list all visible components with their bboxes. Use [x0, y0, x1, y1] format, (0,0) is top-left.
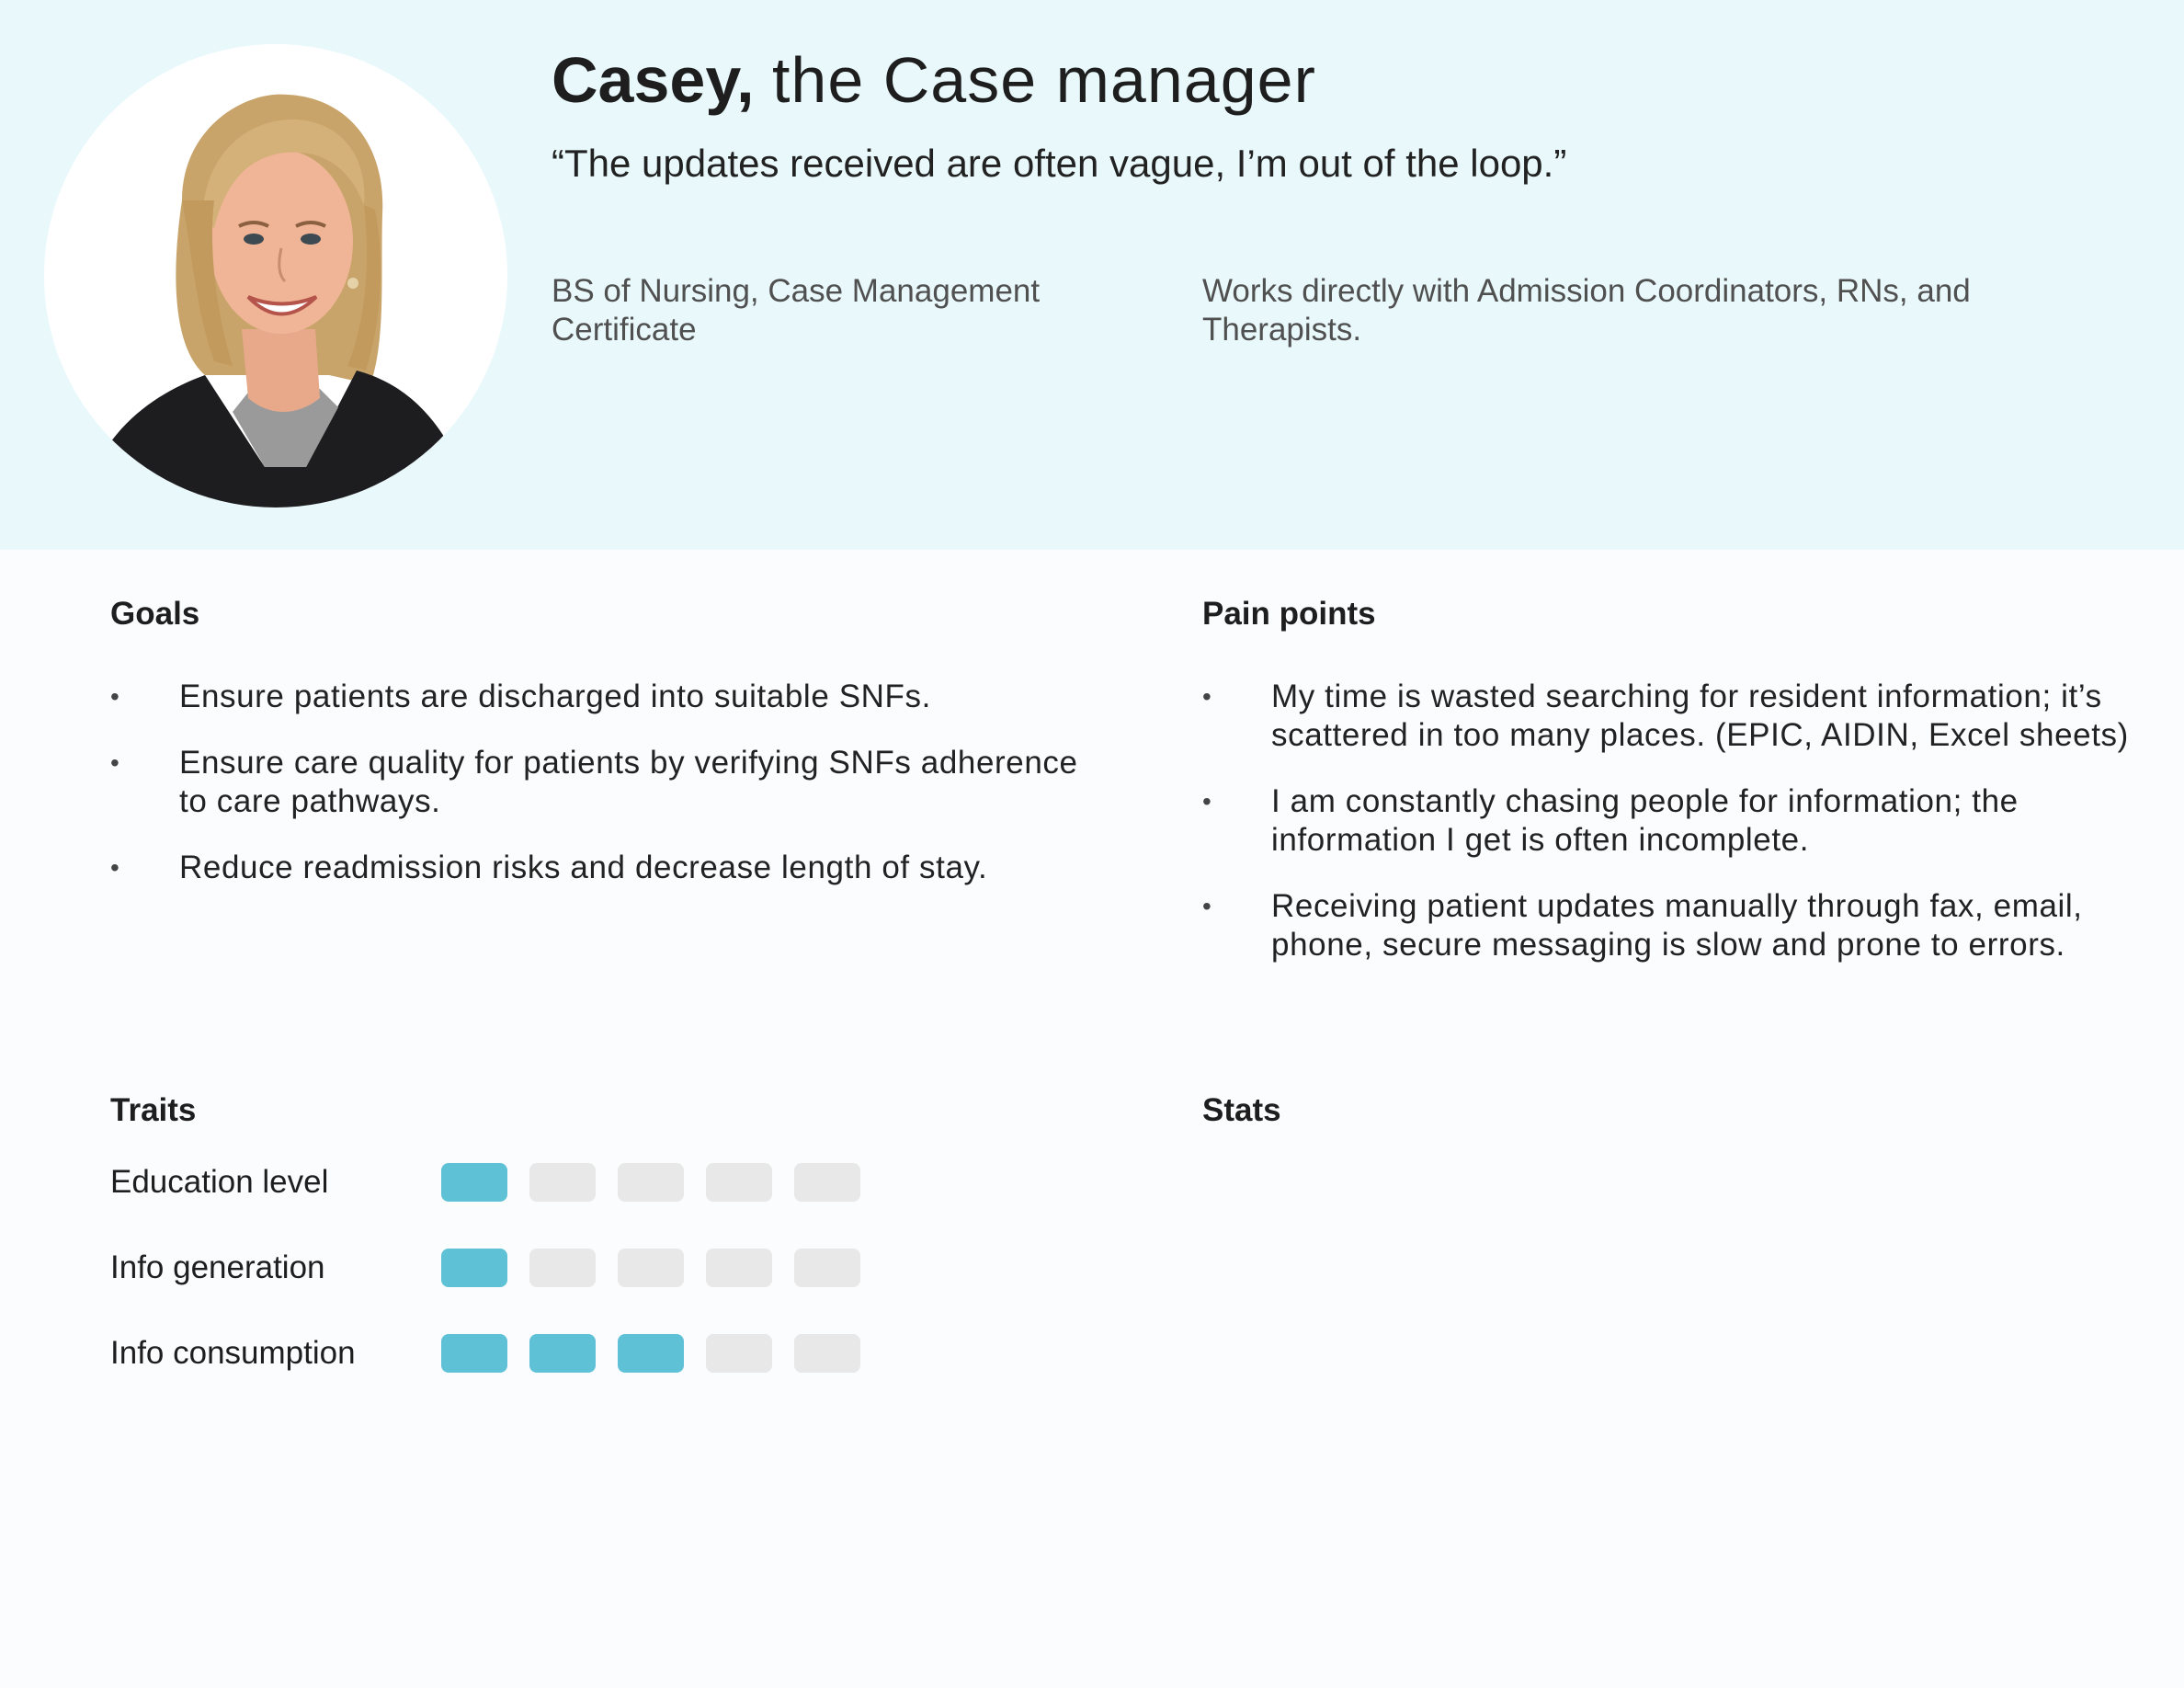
- pain-points-heading: Pain points: [1202, 596, 1376, 632]
- bullet-icon: •: [1202, 682, 1212, 711]
- pain-point-text: My time is wasted searching for resident…: [1271, 679, 2129, 753]
- persona-name: Casey,: [552, 44, 755, 116]
- trait-segment-empty: [794, 1249, 860, 1287]
- bullet-icon: •: [110, 853, 120, 882]
- bullet-icon: •: [1202, 892, 1212, 920]
- list-item: • My time is wasted searching for residen…: [1202, 678, 2140, 755]
- persona-photo: [44, 44, 507, 508]
- trait-segment-empty: [618, 1163, 684, 1202]
- trait-meter: [441, 1249, 860, 1287]
- list-item: • Reduce readmission risks and decrease l…: [110, 849, 1085, 887]
- pain-point-text: I am constantly chasing people for infor…: [1271, 783, 2019, 858]
- persona-education: BS of Nursing, Case Management Certifica…: [552, 273, 1041, 348]
- goals-list: • Ensure patients are discharged into sui…: [110, 678, 1085, 915]
- bullet-icon: •: [1202, 787, 1212, 815]
- traits-heading: Traits: [110, 1092, 197, 1128]
- persona-role: the Case manager: [771, 44, 1316, 116]
- bullet-icon: •: [110, 682, 120, 711]
- stats-heading: Stats: [1202, 1092, 1281, 1128]
- list-item: • Receiving patient updates manually thro…: [1202, 887, 2140, 964]
- trait-label: Info consumption: [110, 1335, 356, 1371]
- goal-text: Ensure patients are discharged into suit…: [179, 679, 931, 714]
- list-item: • Ensure care quality for patients by ver…: [110, 744, 1085, 821]
- trait-meter: [441, 1334, 860, 1373]
- trait-label: Education level: [110, 1164, 329, 1200]
- trait-segment-filled: [441, 1249, 507, 1287]
- trait-label: Info generation: [110, 1249, 325, 1285]
- bullet-icon: •: [110, 748, 120, 777]
- trait-segment-empty: [706, 1249, 772, 1287]
- trait-segment-empty: [618, 1249, 684, 1287]
- goal-text: Reduce readmission risks and decrease le…: [179, 850, 988, 885]
- trait-segment-filled: [441, 1163, 507, 1202]
- trait-segment-empty: [529, 1163, 596, 1202]
- goal-text: Ensure care quality for patients by veri…: [179, 745, 1078, 819]
- trait-segment-empty: [706, 1163, 772, 1202]
- trait-segment-empty: [706, 1334, 772, 1373]
- trait-segment-empty: [794, 1163, 860, 1202]
- persona-header: Casey, the Case manager “The updates rec…: [0, 0, 2184, 550]
- persona-title: Casey, the Case manager: [552, 40, 1316, 120]
- pain-point-text: Receiving patient updates manually throu…: [1271, 888, 2083, 963]
- list-item: • I am constantly chasing people for info…: [1202, 782, 2140, 860]
- list-item: • Ensure patients are discharged into sui…: [110, 678, 1085, 716]
- persona-collaborators: Works directly with Admission Coordinato…: [1202, 273, 1971, 348]
- trait-segment-empty: [794, 1334, 860, 1373]
- trait-segment-filled: [529, 1334, 596, 1373]
- trait-segment-filled: [618, 1334, 684, 1373]
- trait-segment-empty: [529, 1249, 596, 1287]
- persona-quote: “The updates received are often vague, I…: [552, 142, 1567, 185]
- trait-segment-filled: [441, 1334, 507, 1373]
- persona-card: Casey, the Case manager “The updates rec…: [0, 0, 2184, 1688]
- trait-meter: [441, 1163, 860, 1202]
- pain-points-list: • My time is wasted searching for residen…: [1202, 678, 2140, 992]
- goals-heading: Goals: [110, 596, 200, 632]
